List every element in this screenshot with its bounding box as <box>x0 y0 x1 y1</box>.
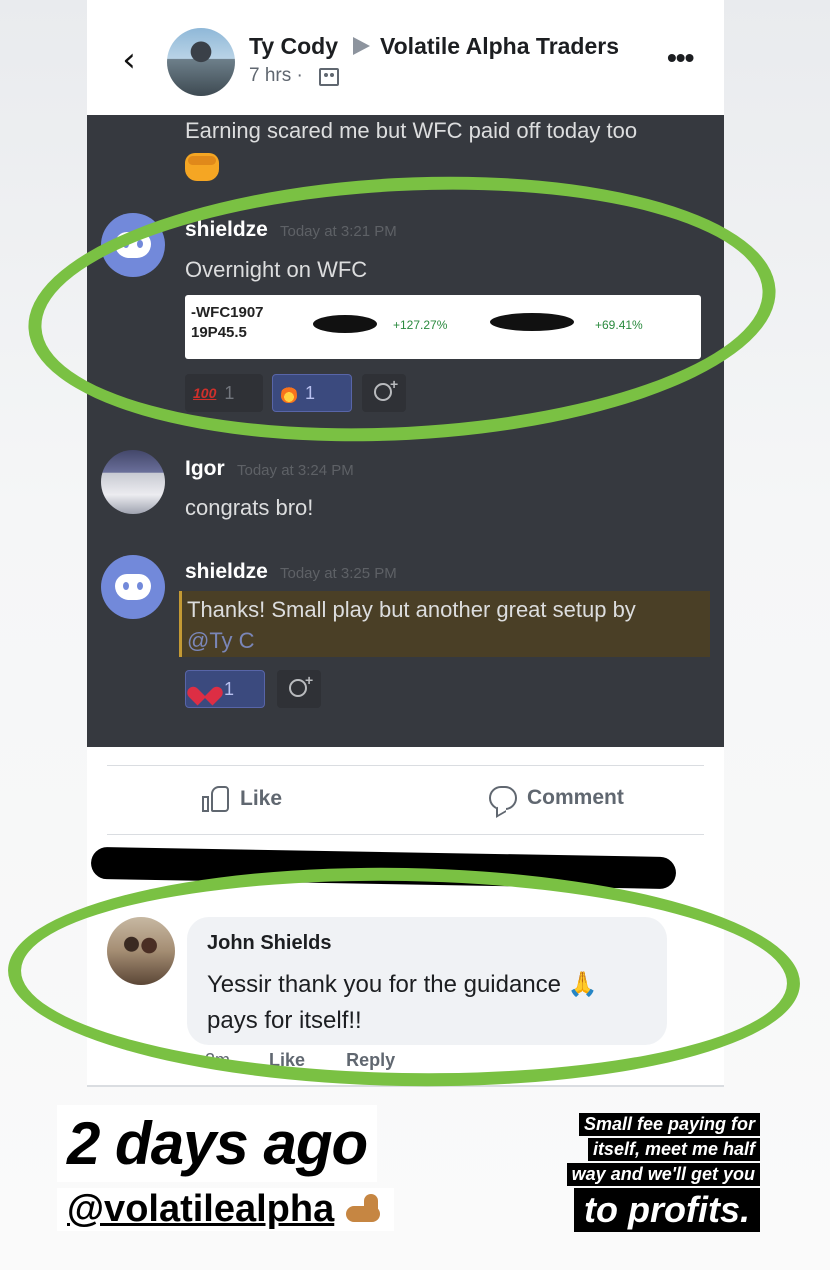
message-timestamp: Today at 3:25 PM <box>280 565 397 582</box>
back-button[interactable]: ‹ <box>114 40 144 80</box>
author-avatar[interactable] <box>167 28 235 96</box>
story-handle: @volatilealpha <box>57 1188 395 1231</box>
message-timestamp: Today at 3:24 PM <box>237 462 354 479</box>
thumbs-up-icon <box>202 786 230 812</box>
user-mention: @Ty C <box>187 628 255 653</box>
heart-icon <box>194 679 216 699</box>
post-timestamp[interactable]: 7 hrs · <box>249 65 303 87</box>
message-text: Thanks! Small play but another great set… <box>187 597 636 622</box>
comment-label: Comment <box>527 786 624 809</box>
flexed-biceps-icon <box>344 1192 384 1228</box>
reaction-count: 1 <box>224 678 235 699</box>
arrow-right-icon <box>353 37 370 55</box>
handle-text: @volatilealpha <box>67 1188 335 1230</box>
group-name[interactable]: Volatile Alpha Traders <box>380 33 619 60</box>
caption-line: Small fee paying for <box>578 1113 760 1136</box>
discord-avatar-icon <box>101 555 165 619</box>
author-name[interactable]: Ty Cody <box>249 33 338 60</box>
fist-bump-emoji-icon <box>185 153 219 181</box>
message-author: Igor <box>185 457 225 480</box>
comment-button[interactable]: Comment <box>489 786 624 810</box>
story-headline: 2 days ago <box>57 1105 378 1182</box>
caption-emphasis: to profits. <box>574 1188 760 1232</box>
like-button[interactable]: Like <box>202 786 282 812</box>
more-options-button[interactable]: ••• <box>667 42 694 74</box>
message-author: shieldze <box>185 560 268 583</box>
caption-line: way and we'll get you <box>566 1163 760 1186</box>
message-text: congrats bro! <box>185 495 314 520</box>
post-header: ‹ Ty Cody Volatile Alpha Traders 7 hrs ·… <box>87 0 724 115</box>
add-reaction-button[interactable]: + <box>277 670 321 708</box>
caption-line: itself, meet me half <box>587 1138 760 1161</box>
story-caption: Small fee paying for itself, meet me hal… <box>566 1113 760 1232</box>
reaction-heart[interactable]: 1 <box>185 670 265 708</box>
previous-message-text: Earning scared me but WFC paid off today… <box>185 118 638 143</box>
like-label: Like <box>240 787 283 810</box>
group-privacy-icon <box>319 68 339 86</box>
post-actions-bar: Like Comment <box>107 765 704 835</box>
igor-avatar <box>101 450 165 514</box>
comment-icon <box>489 786 517 810</box>
